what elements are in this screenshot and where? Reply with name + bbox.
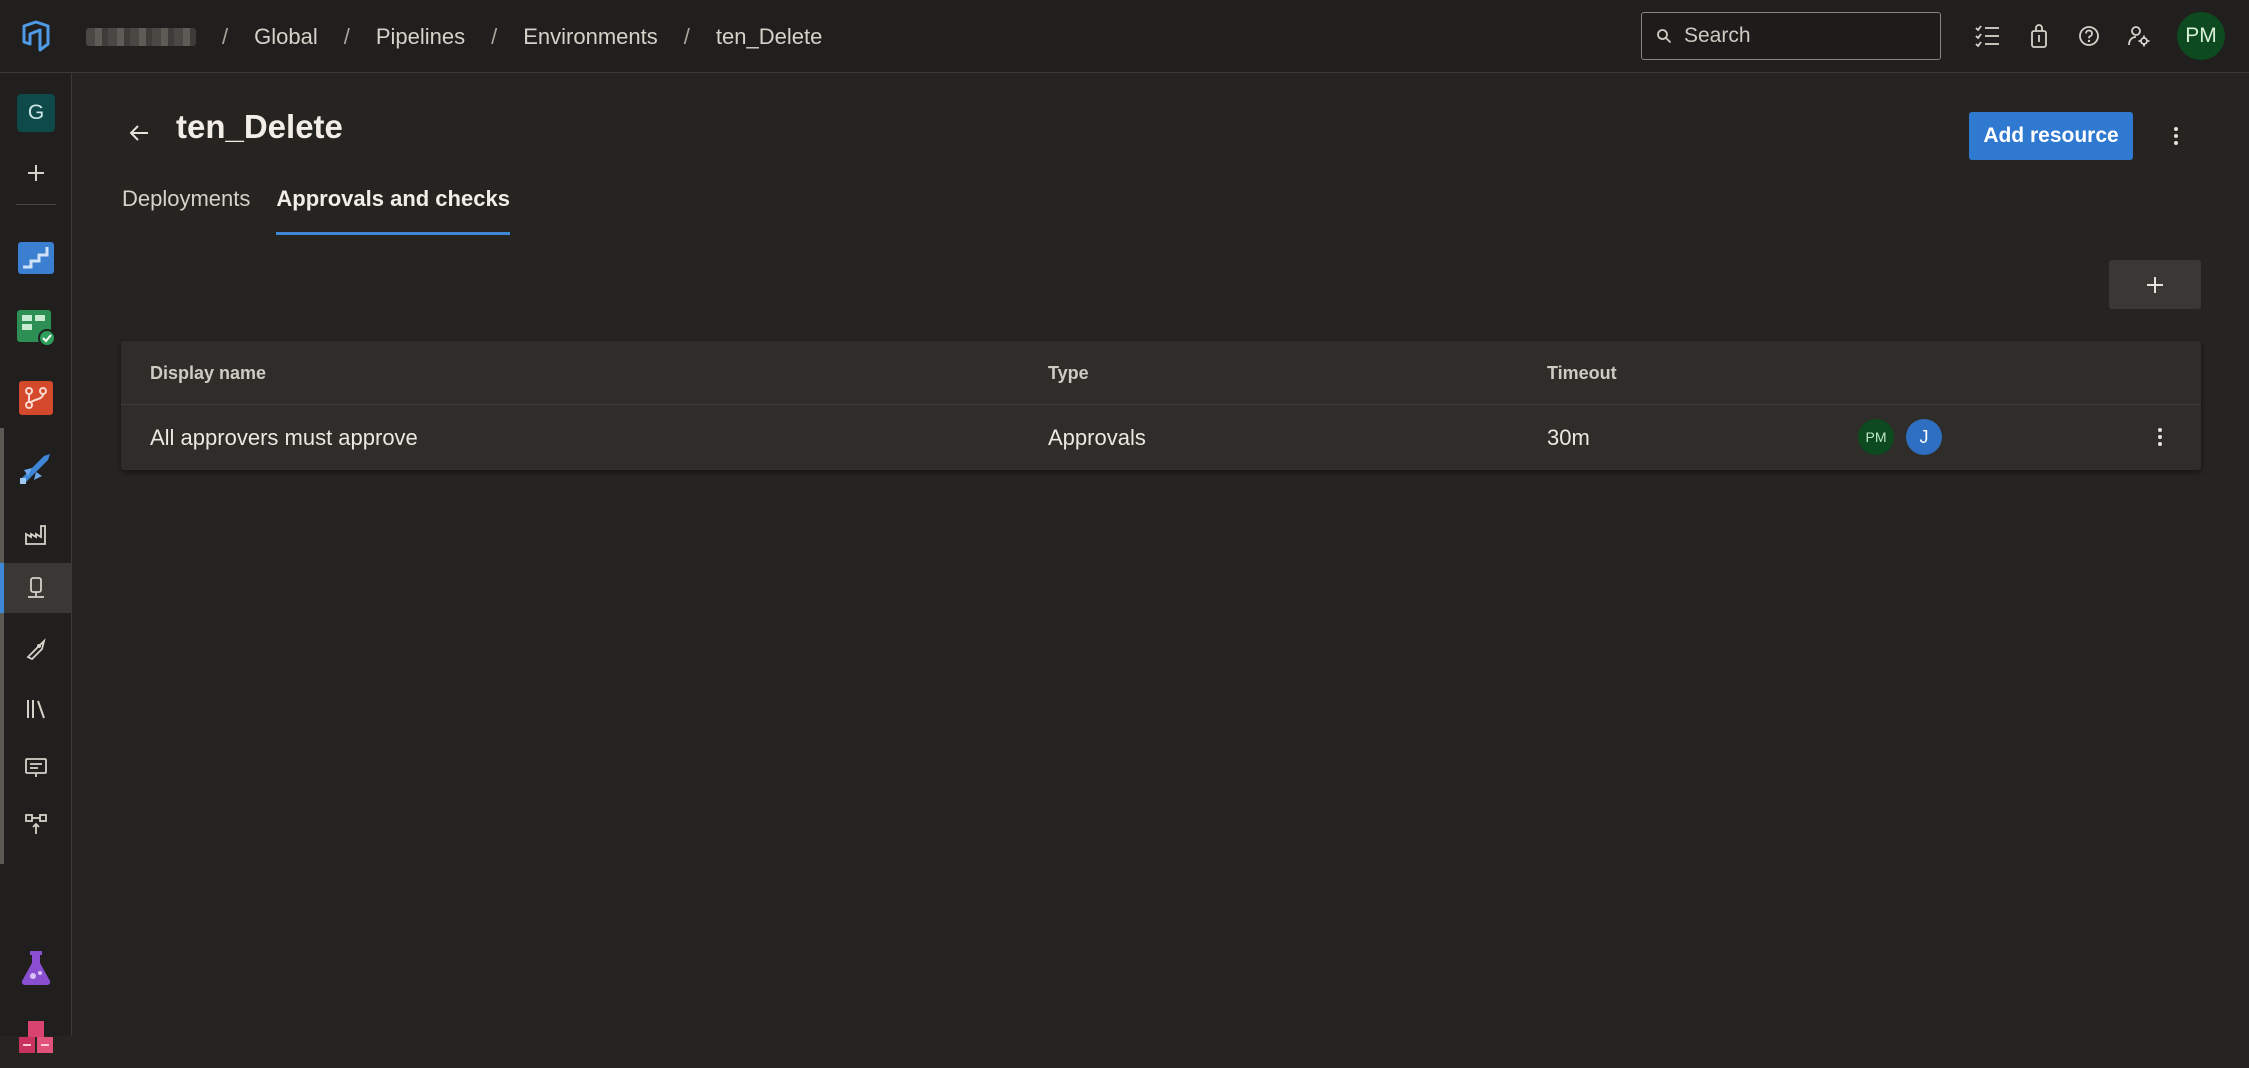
search-icon (1657, 29, 1672, 44)
sidebar-item-deployment-groups[interactable] (0, 798, 72, 850)
help-icon[interactable] (2075, 22, 2103, 50)
sidebar-item-organization[interactable]: G (0, 88, 72, 138)
tab-deployments[interactable]: Deployments (122, 186, 250, 235)
approver-avatar: J (1906, 419, 1942, 455)
breadcrumb: / Global / Pipelines / Environments / te… (86, 0, 822, 73)
column-header-type[interactable]: Type (1048, 363, 1089, 384)
search-box[interactable] (1641, 12, 1941, 60)
plus-icon (2147, 276, 2163, 293)
azure-devops-logo-icon[interactable] (18, 18, 54, 54)
approver-avatar: PM (1858, 419, 1894, 455)
top-bar: / Global / Pipelines / Environments / te… (0, 0, 2249, 73)
sidebar-item-task-groups[interactable] (0, 741, 72, 793)
sidebar-item-overview[interactable] (0, 228, 72, 288)
check-timeout: 30m (1547, 425, 1590, 450)
column-header-timeout[interactable]: Timeout (1547, 363, 1617, 384)
more-vertical-icon (2174, 127, 2178, 145)
pipelines-rocket-icon (20, 454, 50, 484)
breadcrumb-item-pipelines[interactable]: Pipelines (376, 24, 465, 50)
checks-table: Display name Type Timeout All approvers … (121, 341, 2201, 470)
more-actions-button[interactable] (2160, 120, 2192, 152)
releases-rocket-icon (26, 638, 46, 661)
add-check-button[interactable] (2109, 260, 2201, 309)
sidebar-item-artifacts[interactable] (0, 1008, 72, 1068)
breadcrumb-separator: / (343, 23, 350, 49)
table-row[interactable]: All approvers must approve Approvals 30m… (121, 405, 2201, 470)
breadcrumb-separator: / (222, 23, 229, 49)
marketplace-bag-icon[interactable] (2025, 22, 2053, 50)
environment-tabs: Deployments Approvals and checks (122, 186, 510, 235)
arrow-left-icon (129, 125, 148, 141)
sidebar-item-pipelines[interactable] (0, 438, 72, 498)
library-icon (27, 700, 45, 719)
add-resource-button[interactable]: Add resource (1969, 112, 2133, 160)
deployment-groups-icon (25, 814, 47, 834)
breadcrumb-item-project[interactable]: Global (254, 24, 318, 50)
boards-icon (17, 310, 56, 347)
sidebar-item-test-plans[interactable] (0, 938, 72, 998)
repos-icon (19, 381, 53, 415)
task-groups-icon (25, 758, 47, 777)
org-avatar: G (17, 94, 55, 132)
breadcrumb-item-environment[interactable]: ten_Delete (716, 24, 822, 50)
work-items-list-icon[interactable] (1973, 22, 2001, 50)
table-header: Display name Type Timeout (121, 341, 2201, 405)
sidebar-item-boards[interactable] (0, 298, 72, 358)
tab-approvals-and-checks[interactable]: Approvals and checks (276, 186, 510, 235)
sidebar-item-library[interactable] (0, 683, 72, 735)
breadcrumb-item-environments[interactable]: Environments (523, 24, 658, 50)
breadcrumb-separator: / (683, 23, 690, 49)
breadcrumb-org-redacted[interactable] (86, 27, 196, 46)
user-avatar[interactable]: PM (2177, 12, 2225, 60)
search-input[interactable] (1684, 24, 1924, 48)
sidebar-item-new-project[interactable] (0, 153, 72, 193)
test-plans-flask-icon (21, 951, 51, 986)
left-nav-sidebar: G (0, 73, 72, 1053)
page-title: ten_Delete (176, 108, 343, 145)
sidebar-item-environments[interactable] (0, 563, 72, 613)
sidebar-item-builds[interactable] (0, 508, 72, 560)
breadcrumb-separator: / (491, 23, 498, 49)
pipeline-builds-icon (25, 525, 46, 545)
check-display-name[interactable]: All approvers must approve (150, 425, 418, 451)
column-header-display-name[interactable]: Display name (150, 363, 266, 384)
sidebar-item-repos[interactable] (0, 368, 72, 428)
user-settings-icon[interactable] (2125, 22, 2153, 50)
overview-icon (18, 242, 54, 274)
plus-icon (28, 165, 44, 181)
row-more-actions-button[interactable] (2144, 421, 2176, 453)
check-type: Approvals (1048, 425, 1146, 450)
back-button[interactable] (124, 118, 154, 148)
artifacts-icon (19, 1021, 53, 1053)
more-vertical-icon (2158, 428, 2162, 446)
sidebar-item-releases[interactable] (0, 623, 72, 675)
environments-icon (28, 577, 44, 598)
sidebar-divider (16, 204, 56, 205)
